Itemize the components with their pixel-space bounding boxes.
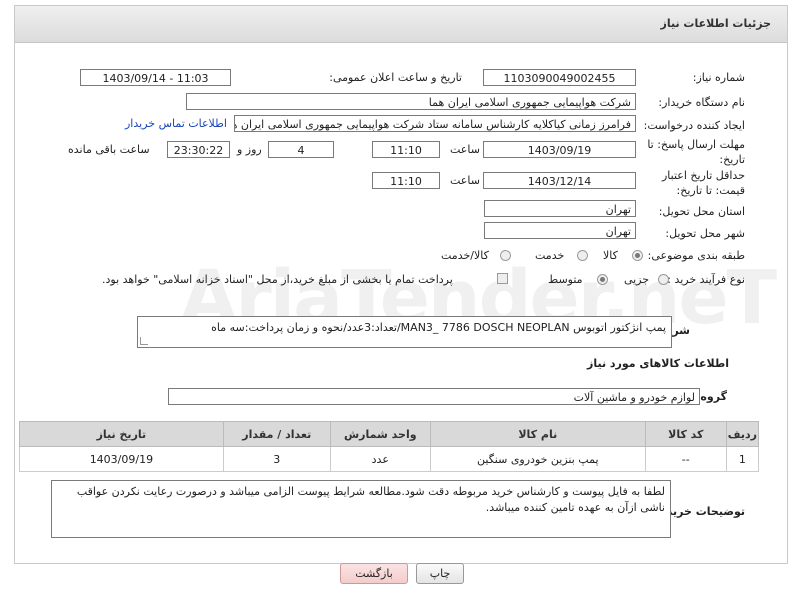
category-goods-service-radio[interactable]	[500, 250, 511, 261]
goods-table: ردیف کد کالا نام کالا واحد شمارش تعداد /…	[19, 421, 760, 472]
col-name-header: نام کالا	[429, 421, 646, 447]
panel-header: جزئیات اطلاعات نیاز	[15, 6, 787, 43]
days-label: روز و	[237, 143, 262, 156]
category-goods-radio[interactable]	[632, 250, 643, 261]
need-number-field[interactable]: 1103090049002455	[483, 69, 636, 86]
col-unit-header: واحد شمارش	[329, 421, 431, 447]
city-field[interactable]: تهران	[484, 222, 636, 239]
treasury-payment-note: پرداخت تمام یا بخشی از مبلغ خرید،از محل …	[102, 273, 453, 286]
price-validity-time-label: ساعت	[450, 174, 480, 187]
buyer-org-field[interactable]: شرکت هواپیمایی جمهوری اسلامی ایران هما	[186, 93, 636, 110]
cell-unit: عدد	[329, 446, 431, 472]
summary-textarea[interactable]: پمپ انژکتور اتوبوس MAN3_ 7786 DOSCH NEOP…	[137, 316, 672, 348]
goods-group-field[interactable]: لوازم خودرو و ماشین آلات	[168, 388, 700, 405]
buyer-contact-link[interactable]: اطلاعات تماس خریدار	[125, 117, 227, 130]
table-header-row: ردیف کد کالا نام کالا واحد شمارش تعداد /…	[19, 421, 760, 447]
cell-name: پمپ بنزین خودروی سنگین	[429, 446, 646, 472]
days-remaining-field[interactable]: 4	[268, 141, 334, 158]
remaining-label: ساعت باقی مانده	[68, 143, 150, 156]
process-medium-radio[interactable]	[597, 274, 608, 285]
city-label: شهر محل تحویل:	[665, 227, 745, 240]
col-date-header: تاریخ نیاز	[19, 421, 224, 447]
process-minor-radio[interactable]	[658, 274, 669, 285]
print-button[interactable]: چاپ	[416, 563, 464, 584]
price-validity-label: حداقل تاریخ اعتبار قیمت: تا تاریخ:	[661, 169, 745, 197]
col-row-header: ردیف	[725, 421, 760, 447]
category-service-label: خدمت	[535, 249, 565, 262]
process-label: نوع فرآیند خرید :	[667, 273, 745, 286]
buyer-notes-textarea[interactable]: لطفا به فایل پیوست و کارشناس خرید مربوطه…	[51, 480, 671, 538]
province-label: استان محل تحویل:	[658, 205, 745, 218]
goods-info-title: اطلاعات کالاهای مورد نیاز	[587, 357, 729, 370]
announce-datetime-field[interactable]: 1403/09/14 - 11:03	[80, 69, 231, 86]
category-goods-service-label: کالا/خدمت	[441, 249, 489, 262]
category-service-radio[interactable]	[577, 250, 588, 261]
remaining-time-field[interactable]: 23:30:22	[167, 141, 230, 158]
process-medium-label: متوسط	[548, 273, 583, 286]
treasury-payment-checkbox[interactable]	[497, 273, 508, 284]
cell-qty: 3	[222, 446, 331, 472]
category-goods-label: کالا	[603, 249, 618, 262]
page-title: جزئیات اطلاعات نیاز	[660, 17, 772, 30]
deadline-time-field[interactable]: 11:10	[372, 141, 440, 158]
deadline-time-label: ساعت	[450, 143, 480, 156]
buyer-notes-text: لطفا به فایل پیوست و کارشناس خرید مربوطه…	[76, 485, 665, 514]
resize-grip-icon[interactable]	[140, 337, 148, 345]
creator-field[interactable]: فرامرز زمانی کیاکلایه کارشناس سامانه ستا…	[234, 115, 636, 132]
deadline-label: مهلت ارسال پاسخ: تا تاریخ:	[647, 138, 745, 166]
summary-text: پمپ انژکتور اتوبوس MAN3_ 7786 DOSCH NEOP…	[211, 321, 666, 334]
price-validity-time-field[interactable]: 11:10	[372, 172, 440, 189]
price-validity-date-field[interactable]: 1403/12/14	[483, 172, 636, 189]
cell-row-number: 1	[725, 446, 760, 472]
col-qty-header: تعداد / مقدار	[222, 421, 331, 447]
category-label: طبقه بندی موضوعی:	[647, 249, 745, 262]
back-button[interactable]: بازگشت	[340, 563, 408, 584]
creator-label: ایجاد کننده درخواست:	[643, 119, 745, 132]
table-row[interactable]: 1 -- پمپ بنزین خودروی سنگین عدد 3 1403/0…	[19, 446, 760, 472]
province-field[interactable]: تهران	[484, 200, 636, 217]
cell-code: --	[644, 446, 727, 472]
announce-label: تاریخ و ساعت اعلان عمومی:	[329, 71, 462, 84]
deadline-date-field[interactable]: 1403/09/19	[483, 141, 636, 158]
cell-date: 1403/09/19	[19, 446, 224, 472]
need-number-label: شماره نیاز:	[692, 71, 745, 84]
col-code-header: کد کالا	[644, 421, 727, 447]
buyer-org-label: نام دستگاه خریدار:	[658, 96, 745, 109]
process-minor-label: جزیی	[624, 273, 650, 286]
